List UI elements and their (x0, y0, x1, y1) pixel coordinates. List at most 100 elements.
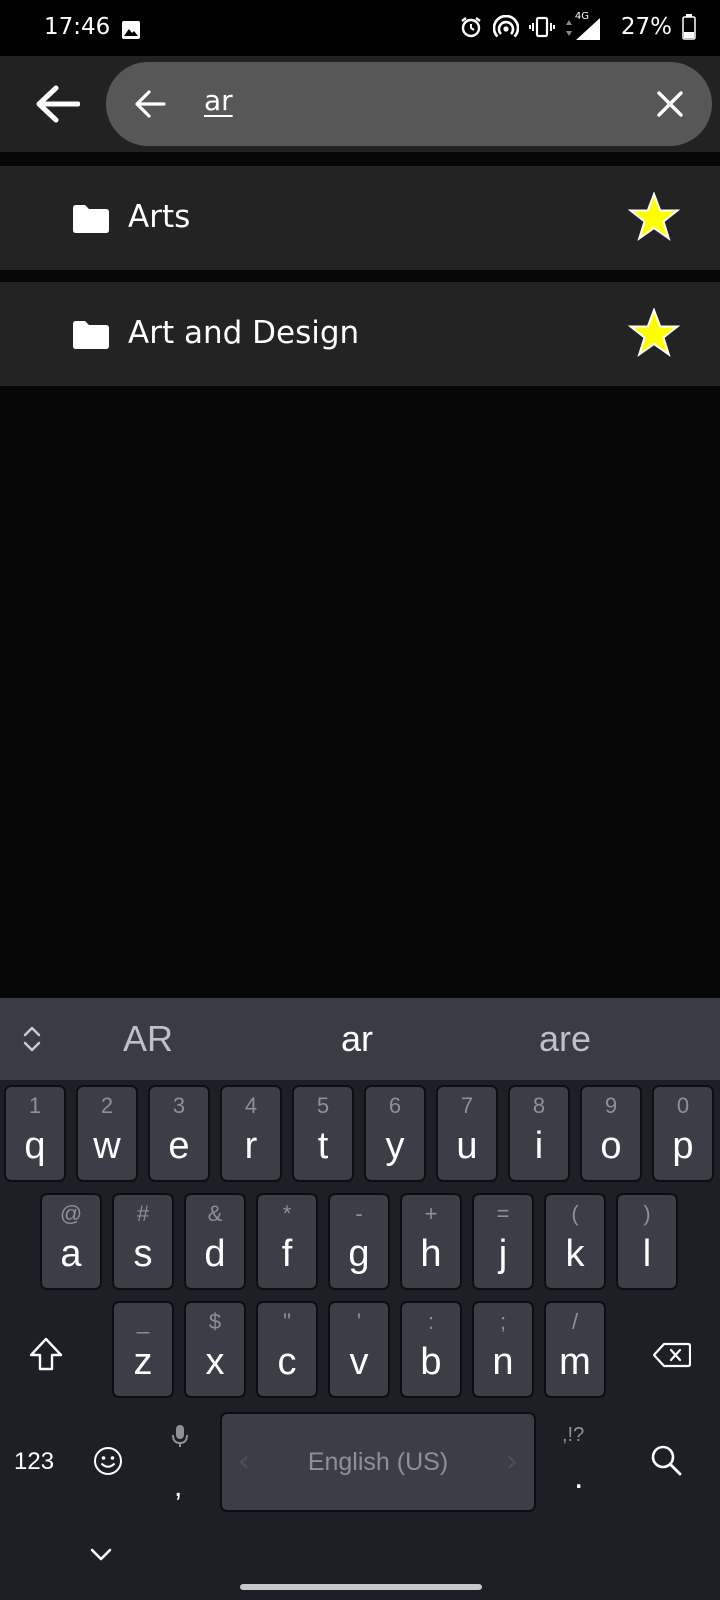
key-b[interactable]: :b (400, 1301, 462, 1398)
key-label: a (60, 1233, 82, 1275)
key-hint: - (355, 1201, 363, 1226)
data-arrows-icon (565, 20, 572, 36)
key-d[interactable]: & d (184, 1193, 246, 1290)
star-icon[interactable] (628, 308, 680, 358)
key-o[interactable]: 9o (580, 1085, 642, 1182)
key-label: k (565, 1233, 585, 1275)
search-back-button[interactable] (130, 84, 170, 124)
key-label: p (672, 1125, 694, 1167)
key-m[interactable]: / m (544, 1301, 606, 1398)
key-label: w (93, 1125, 121, 1167)
numbers-key[interactable]: 123 (14, 1448, 54, 1476)
key-label: b (420, 1341, 442, 1383)
key-label: u (456, 1125, 478, 1167)
status-time: 17:46 (44, 14, 111, 40)
key-h[interactable]: + h (400, 1193, 462, 1290)
key-t[interactable]: 5t (292, 1085, 354, 1182)
emoji-icon[interactable] (93, 1446, 123, 1476)
space-key[interactable]: ‹ English (US) › (220, 1412, 536, 1512)
key-hint: " (283, 1309, 291, 1334)
key-hint: 0 (676, 1093, 690, 1118)
folder-icon (73, 321, 109, 349)
key-s[interactable]: # s (112, 1193, 174, 1290)
key-u[interactable]: 7u (436, 1085, 498, 1182)
star-icon[interactable] (628, 192, 680, 242)
key-hint: 8 (532, 1093, 546, 1118)
key-label: v (349, 1341, 369, 1383)
key-hint: ( (571, 1201, 579, 1226)
comma-key[interactable]: , (174, 1470, 182, 1504)
result-item[interactable]: Arts (0, 166, 720, 270)
key-hint: $ (208, 1309, 222, 1334)
key-hint: 6 (388, 1093, 402, 1118)
key-hint: 3 (172, 1093, 186, 1118)
suggestion-3[interactable]: are (539, 1018, 591, 1060)
key-i[interactable]: 8i (508, 1085, 570, 1182)
key-v[interactable]: ' v (328, 1301, 390, 1398)
key-k[interactable]: (k (544, 1193, 606, 1290)
key-label: j (498, 1233, 508, 1275)
navigation-handle[interactable] (240, 1584, 482, 1590)
key-g[interactable]: -g (328, 1193, 390, 1290)
expand-collapse-icon[interactable] (20, 1022, 44, 1056)
key-hint: ) (643, 1201, 651, 1226)
period-key[interactable]: . (574, 1458, 583, 1497)
key-f[interactable]: * f (256, 1193, 318, 1290)
alarm-icon (461, 17, 481, 38)
key-e[interactable]: 3e (148, 1085, 210, 1182)
key-x[interactable]: $ x (184, 1301, 246, 1398)
key-label: h (420, 1233, 442, 1275)
key-label: c (277, 1341, 297, 1383)
backspace-key[interactable] (653, 1342, 691, 1368)
key-label: d (204, 1233, 226, 1275)
signal-indicator: 4G (565, 11, 611, 41)
key-hint: 2 (100, 1093, 114, 1118)
key-label: i (534, 1125, 544, 1167)
clear-search-button[interactable] (650, 84, 690, 124)
key-z[interactable]: _ z (112, 1301, 174, 1398)
key-j[interactable]: = j (472, 1193, 534, 1290)
search-icon[interactable] (650, 1444, 682, 1476)
suggestion-1[interactable]: AR (123, 1018, 173, 1060)
back-button[interactable] (32, 80, 82, 128)
folder-icon (73, 205, 109, 233)
arrow-left-icon (36, 85, 80, 123)
battery-percent: 27% (620, 14, 672, 40)
key-label: x (205, 1341, 225, 1383)
key-w[interactable]: 2w (76, 1085, 138, 1182)
key-hint: & (207, 1201, 223, 1226)
key-c[interactable]: " c (256, 1301, 318, 1398)
result-item[interactable]: Art and Design (0, 282, 720, 386)
key-hint: 9 (604, 1093, 618, 1118)
key-r[interactable]: 4r (220, 1085, 282, 1182)
chevron-down-icon[interactable] (90, 1548, 112, 1562)
search-input[interactable]: ar (204, 84, 233, 117)
shift-key[interactable] (28, 1336, 64, 1372)
key-label: e (168, 1125, 190, 1167)
key-label: n (492, 1341, 514, 1383)
hotspot-icon (492, 15, 519, 38)
key-hint: 7 (460, 1093, 474, 1118)
suggestion-2[interactable]: ar (341, 1018, 373, 1060)
key-hint: 5 (316, 1093, 330, 1118)
key-n[interactable]: ; n (472, 1301, 534, 1398)
key-q[interactable]: 1q (4, 1085, 66, 1182)
arrow-left-icon (135, 90, 166, 118)
key-p[interactable]: 0p (652, 1085, 714, 1182)
key-label: g (348, 1233, 370, 1275)
key-a[interactable]: @ a (40, 1193, 102, 1290)
key-label: t (317, 1125, 329, 1167)
microphone-icon (172, 1425, 188, 1447)
period-key-hint: ,!? (562, 1424, 585, 1446)
key-label: r (244, 1125, 258, 1167)
key-y[interactable]: 6y (364, 1085, 426, 1182)
key-l[interactable]: ) l (616, 1193, 678, 1290)
key-hint: 1 (28, 1093, 42, 1118)
search-app-bar: ar (0, 56, 720, 152)
key-hint: 4 (244, 1093, 258, 1118)
key-hint: + (424, 1201, 438, 1226)
close-icon (657, 91, 683, 117)
result-label: Art and Design (128, 315, 360, 351)
key-hint: / (571, 1309, 579, 1334)
suggestion-bar: AR ar are (0, 998, 720, 1080)
